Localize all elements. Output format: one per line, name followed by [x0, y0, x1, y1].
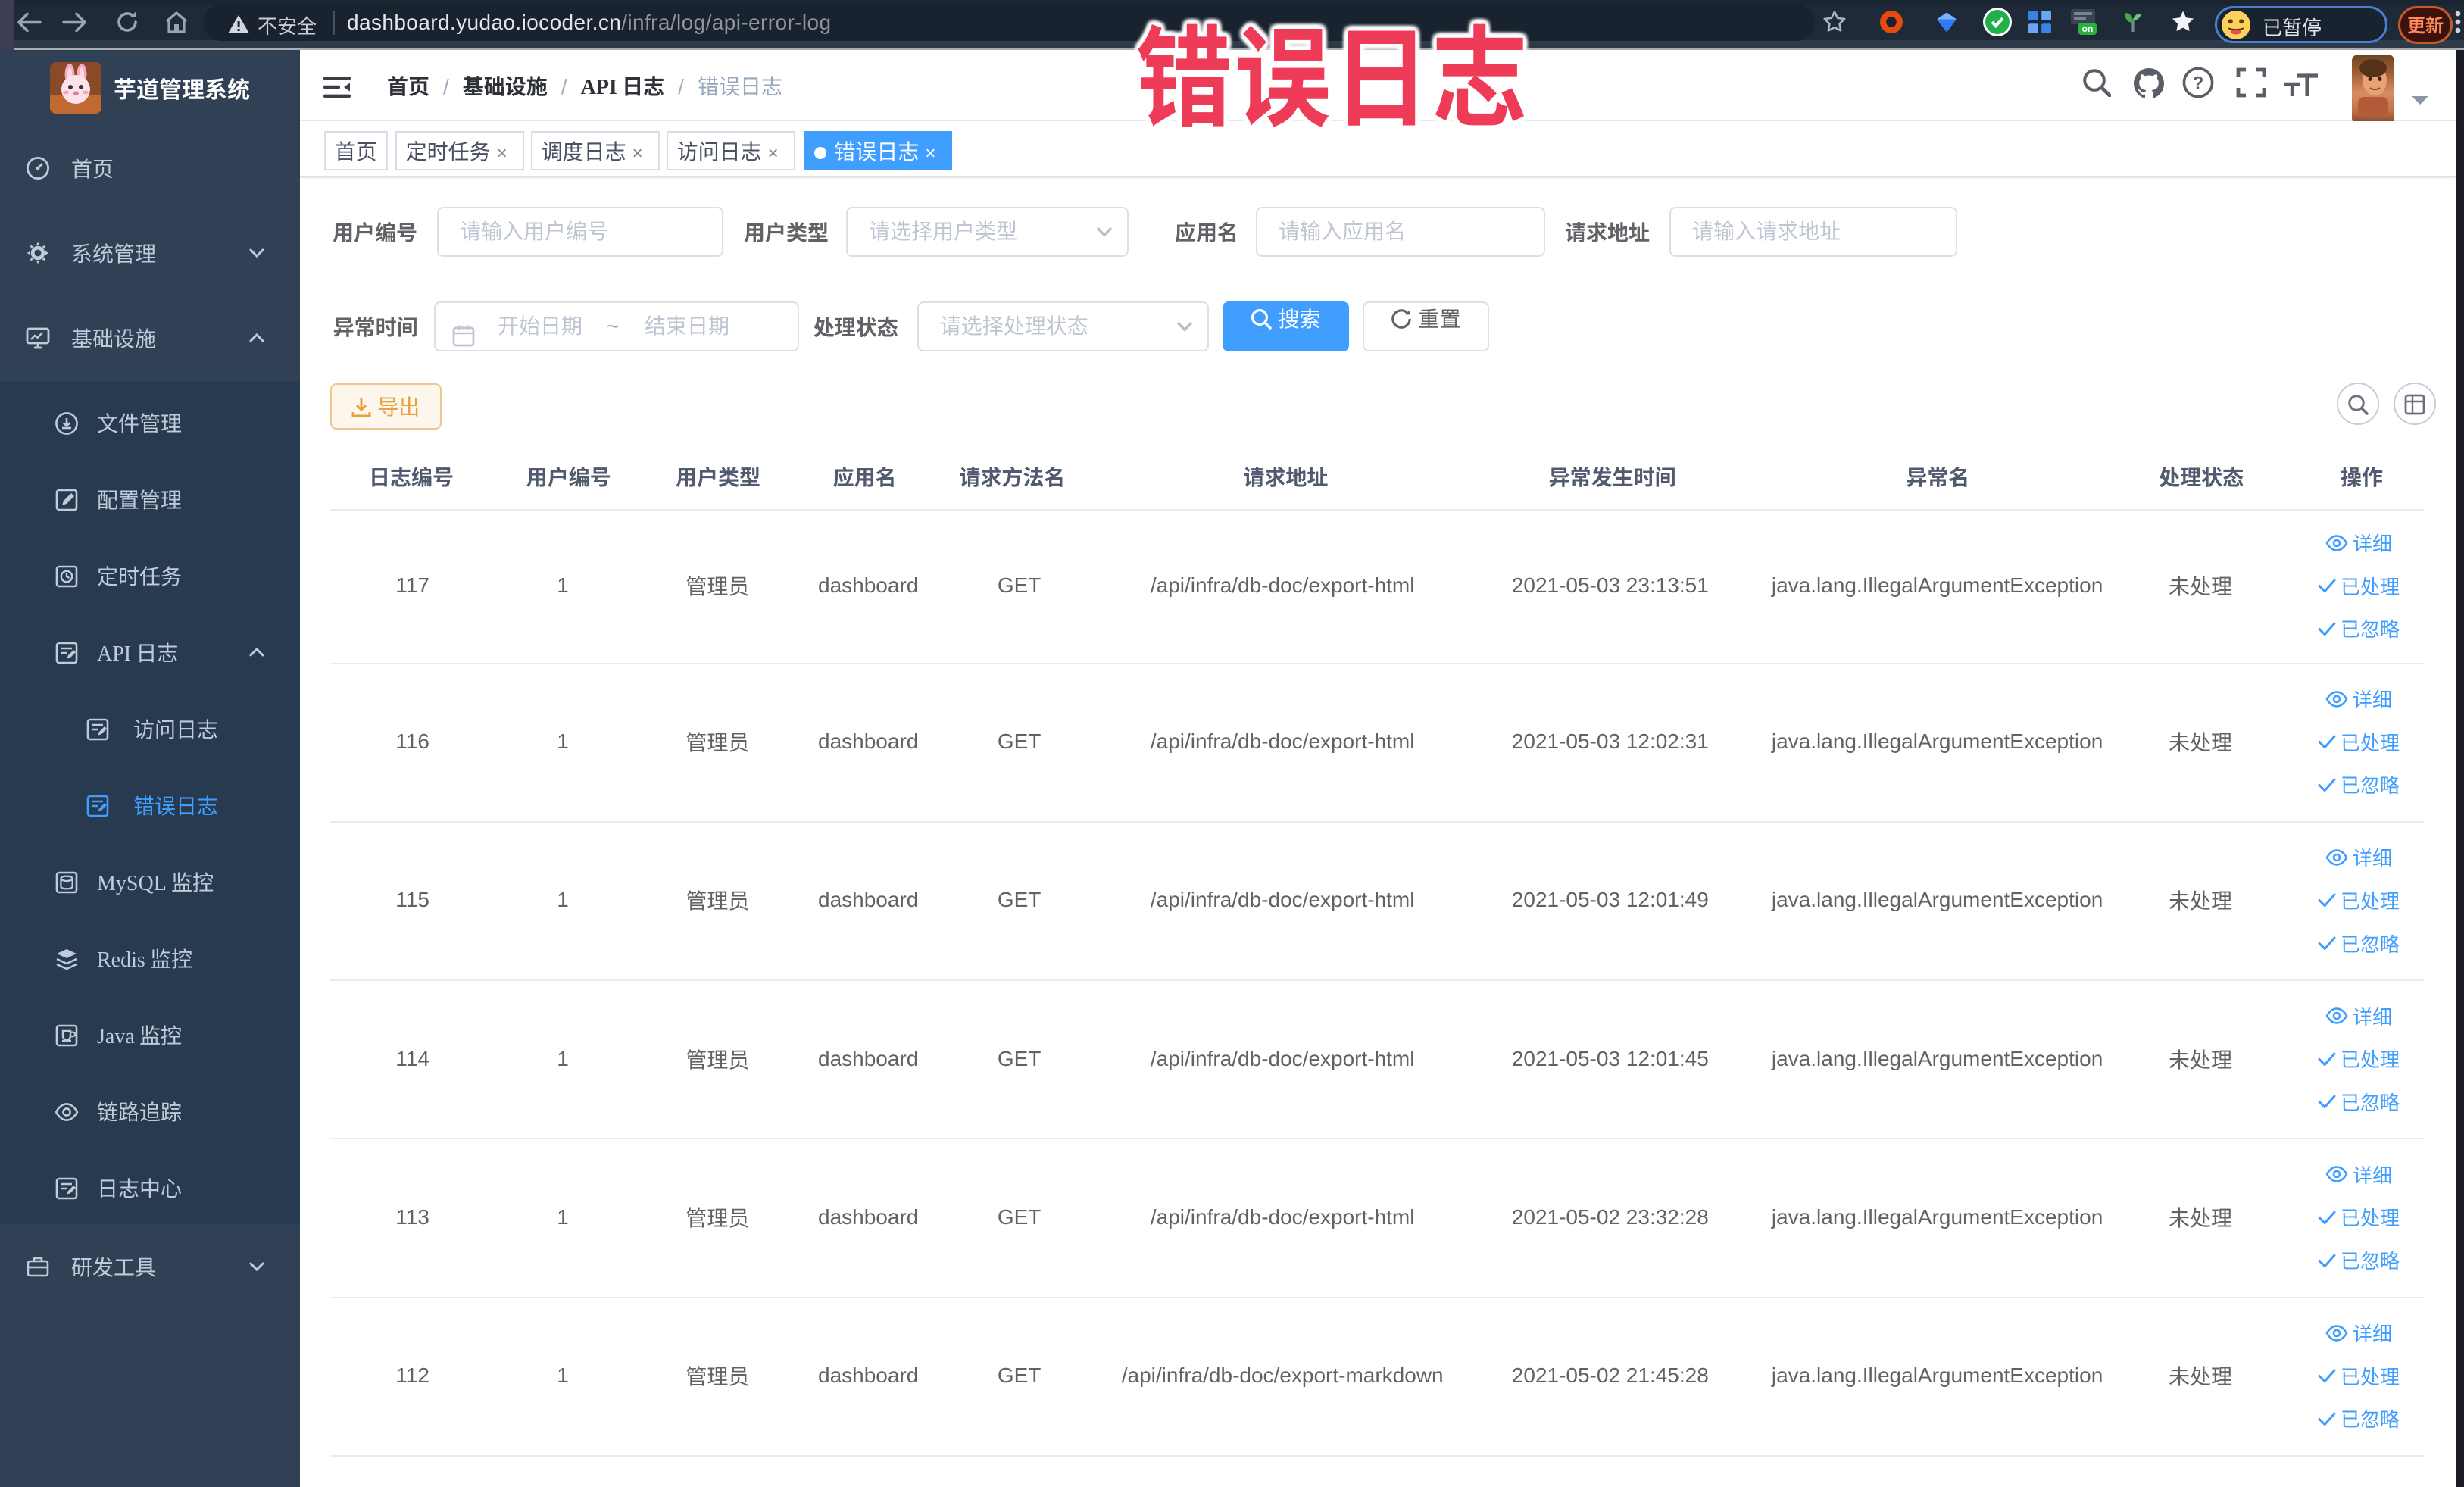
svg-text:?: ? — [2193, 73, 2204, 94]
svg-text:on: on — [2082, 23, 2094, 34]
